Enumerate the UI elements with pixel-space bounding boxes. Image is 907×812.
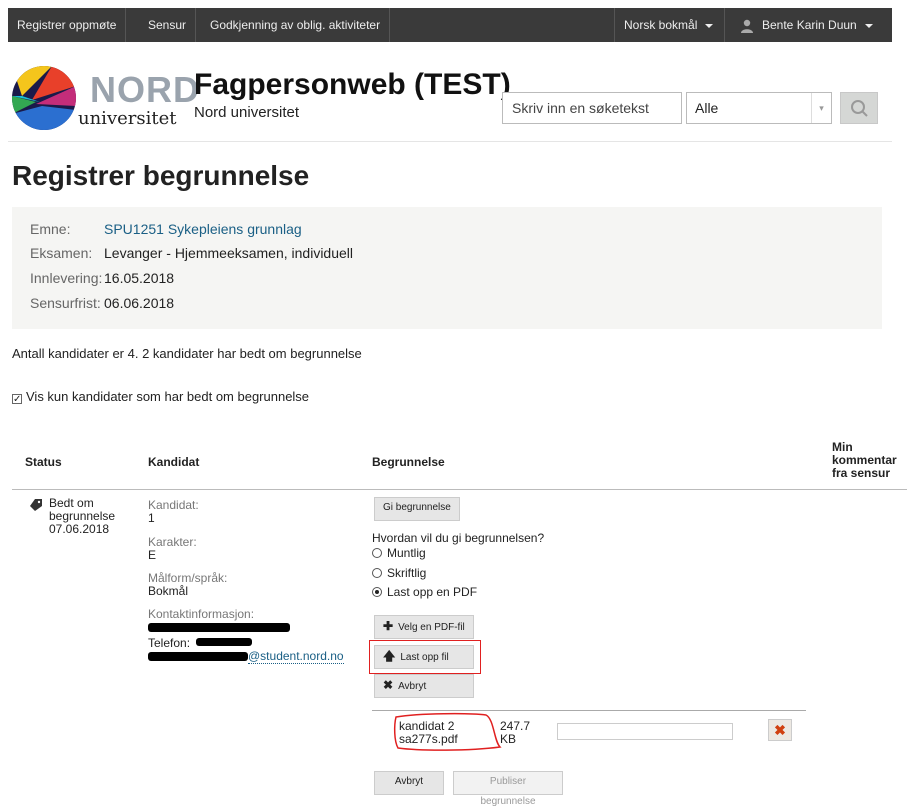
publiser-button[interactable]: Publiser begrunnelse — [453, 771, 563, 807]
nav-registrer-oppmote[interactable]: Registrer oppmøte — [8, 8, 127, 42]
logo-subtitle: universitet — [78, 108, 177, 129]
file-size: 247.7 KB — [500, 720, 530, 746]
nav-sensur[interactable]: Sensur — [139, 8, 197, 42]
filter-label: Vis kun kandidater som har bedt om begru… — [26, 389, 310, 404]
user-icon — [741, 19, 753, 33]
redacted-name — [148, 623, 290, 632]
kandidat-value: 1 — [148, 511, 155, 525]
sensurfrist-value: 06.06.2018 — [104, 295, 175, 311]
radio-selected-icon[interactable] — [372, 587, 382, 597]
eksamen-value: Levanger - Hjemmeeksamen, individuell — [104, 245, 354, 261]
search-input[interactable]: Skriv inn en søketekst — [502, 92, 682, 124]
sensurfrist-label: Sensurfrist: — [30, 295, 101, 311]
search-icon — [851, 100, 868, 117]
option-skriftlig-label: Skriftlig — [387, 566, 427, 580]
info-emne: Emne: SPU1251 Sykepleiens grunnlag — [30, 221, 302, 237]
gi-begrunnelse-button[interactable]: Gi begrunnelse — [374, 497, 460, 521]
close-icon: ✖ — [383, 678, 394, 692]
option-muntlig[interactable]: Muntlig — [372, 546, 426, 560]
upload-progress-bar — [557, 723, 733, 740]
radio-icon[interactable] — [372, 568, 382, 578]
chevron-down-icon — [864, 23, 873, 28]
table-header-divider — [12, 489, 907, 490]
language-dropdown[interactable]: Norsk bokmål — [614, 8, 722, 42]
emne-label: Emne: — [30, 221, 71, 237]
redacted-phone — [196, 638, 252, 646]
email-link[interactable]: @student.nord.no — [248, 650, 344, 664]
info-eksamen: Eksamen: Levanger - Hjemmeeksamen, indivi… — [30, 245, 353, 261]
file-size-line-2: KB — [500, 732, 517, 746]
plus-icon: ✚ — [383, 619, 394, 633]
exam-info-box: Emne: SPU1251 Sykepleiens grunnlag Eksame… — [12, 207, 882, 329]
chevron-down-icon: ▾ — [811, 93, 831, 123]
page-title: Registrer begrunnelse — [12, 160, 310, 191]
emne-link[interactable]: SPU1251 Sykepleiens grunnlag — [104, 221, 302, 237]
velg-pdf-button[interactable]: ✚ Velg en PDF-fil — [374, 615, 474, 639]
eksamen-label: Eksamen: — [30, 245, 93, 261]
info-innlevering: Innlevering: 16.05.2018 — [30, 270, 174, 286]
radio-icon[interactable] — [372, 548, 382, 558]
app-subtitle: Nord universitet — [194, 104, 300, 121]
checkbox-checked-icon[interactable]: ✓ — [12, 394, 22, 405]
malform-value: Bokmål — [148, 584, 189, 598]
chevron-down-icon — [705, 23, 714, 28]
file-highlight-annotation — [393, 712, 502, 751]
logo-wordmark: NORD — [90, 69, 200, 110]
language-label: Norsk bokmål — [624, 18, 698, 32]
search-scope-select[interactable]: Alle ▾ — [686, 92, 832, 124]
telefon-label: Telefon: — [148, 636, 191, 650]
highlight-annotation — [369, 640, 481, 674]
option-pdf-label: Last opp en PDF — [387, 585, 478, 599]
site-header: NORD universitet Fagpersonweb (TEST) Nor… — [8, 42, 892, 142]
redacted-email — [148, 652, 248, 661]
app-title: Fagpersonweb (TEST) — [194, 68, 511, 101]
avbryt-upload-label: Avbryt — [398, 681, 427, 692]
search-button[interactable] — [840, 92, 878, 124]
question-text: Hvordan vil du gi begrunnelsen? — [372, 531, 545, 545]
karakter-value: E — [148, 548, 157, 562]
candidate-count: Antall kandidater er 4. 2 kandidater har… — [12, 346, 362, 361]
col-kommentar: Min kommentar fra sensur — [832, 440, 897, 480]
innlevering-label: Innlevering: — [30, 270, 103, 286]
option-skriftlig[interactable]: Skriftlig — [372, 566, 426, 580]
innlevering-value: 16.05.2018 — [104, 270, 175, 286]
option-muntlig-label: Muntlig — [387, 546, 426, 560]
kontakt-label: Kontaktinformasjon: — [148, 607, 255, 621]
info-sensurfrist: Sensurfrist: 06.06.2018 — [30, 295, 174, 311]
tag-icon — [30, 499, 42, 511]
top-navbar: Registrer oppmøte Sensur Godkjenning av … — [8, 8, 892, 42]
remove-file-button[interactable]: ✖ — [768, 719, 792, 741]
nord-logo-icon[interactable] — [12, 66, 76, 130]
user-name: Bente Karin Duun — [762, 18, 857, 32]
velg-pdf-label: Velg en PDF-fil — [398, 622, 465, 633]
status-text: Bedt om begrunnelse 07.06.2018 — [49, 497, 115, 536]
nav-godkjenning[interactable]: Godkjenning av oblig. aktiviteter — [201, 8, 391, 42]
filter-checkbox-row[interactable]: ✓ Vis kun kandidater som har bedt om begr… — [12, 389, 310, 405]
user-menu[interactable]: Bente Karin Duun — [724, 8, 882, 42]
option-pdf[interactable]: Last opp en PDF — [372, 585, 477, 599]
avbryt-upload-button[interactable]: ✖ Avbryt — [374, 674, 474, 698]
kandidat-label: Kandidat: — [148, 498, 199, 512]
search-scope-value: Alle — [695, 100, 719, 116]
close-icon: ✖ — [774, 722, 786, 738]
avbryt-button[interactable]: Avbryt — [374, 771, 444, 795]
col-begrunnelse: Begrunnelse — [372, 455, 445, 469]
status-date: 07.06.2018 — [49, 522, 110, 536]
col-status: Status — [25, 455, 62, 469]
col-kandidat: Kandidat — [148, 455, 200, 469]
